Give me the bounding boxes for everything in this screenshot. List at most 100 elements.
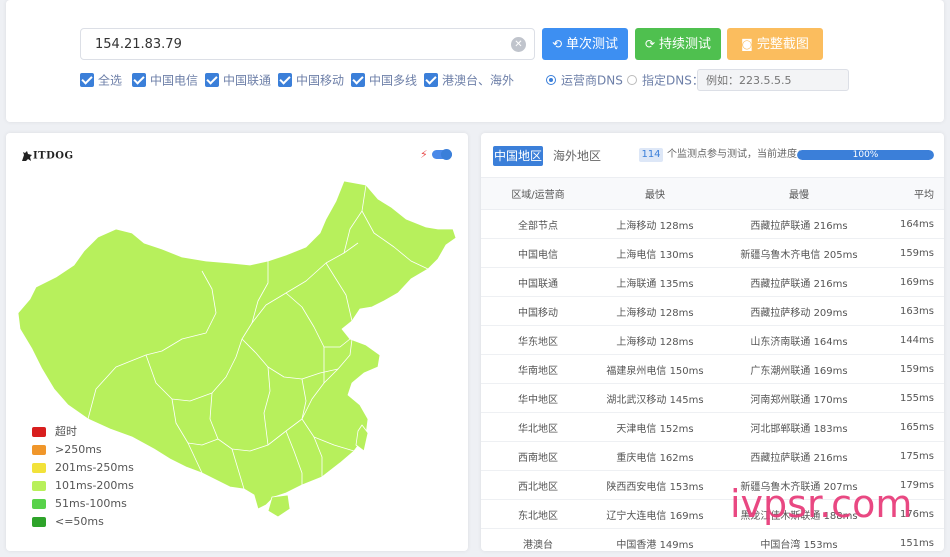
table-row: 西南地区 重庆电信 162ms 西藏拉萨联通 216ms 175ms	[481, 441, 944, 471]
custom-dns-input[interactable]	[697, 69, 849, 91]
tab-overseas-region[interactable]: 海外地区	[553, 146, 601, 166]
cell-region: 中国移动	[481, 296, 595, 326]
table-row: 中国移动 上海移动 128ms 西藏拉萨移动 209ms 163ms	[481, 296, 944, 326]
checkbox-select-all[interactable]: 全选	[80, 71, 122, 89]
cell-region: 华北地区	[481, 412, 595, 442]
cell-region: 西南地区	[481, 441, 595, 471]
full-screenshot-button[interactable]: ◙ 完整截图	[727, 28, 823, 60]
latency-map-panel: ITDOG ⚡ 超时 >250ms 201ms-250ms 101ms-200m…	[6, 133, 468, 551]
node-count-text: 个监测点参与测试，当前进度：	[667, 149, 807, 160]
legend-swatch	[32, 445, 46, 455]
cell-fastest: 上海移动 128ms	[595, 325, 715, 355]
clear-icon[interactable]: ✕	[511, 37, 526, 52]
cell-fastest: 辽宁大连电信 169ms	[595, 499, 715, 529]
legend-swatch	[32, 481, 46, 491]
cell-fastest: 陕西西安电信 153ms	[595, 470, 715, 500]
cell-fastest: 上海移动 128ms	[595, 209, 715, 239]
checkbox-china-mobile[interactable]: 中国移动	[278, 71, 344, 89]
cell-fastest: 上海联通 135ms	[595, 267, 715, 297]
legend-swatch	[32, 463, 46, 473]
legend-swatch	[32, 517, 46, 527]
cell-average: 159ms	[883, 238, 944, 268]
cell-fastest: 上海电信 130ms	[595, 238, 715, 268]
progress-label: 100%	[852, 150, 879, 160]
legend-item: <=50ms	[32, 516, 104, 528]
cell-average: 175ms	[883, 441, 944, 471]
checkbox-checked-icon	[351, 72, 365, 87]
checkbox-checked-icon	[278, 72, 292, 87]
cell-fastest: 福建泉州电信 150ms	[595, 354, 715, 384]
cell-region: 华南地区	[481, 354, 595, 384]
cell-fastest: 天津电信 152ms	[595, 412, 715, 442]
table-row: 华中地区 湖北武汉移动 145ms 河南郑州联通 170ms 155ms	[481, 383, 944, 413]
cell-fastest: 重庆电信 162ms	[595, 441, 715, 471]
cell-fastest: 中国香港 149ms	[595, 528, 715, 551]
legend-item: 51ms-100ms	[32, 498, 127, 510]
cell-slowest: 新疆乌鲁木齐电信 205ms	[715, 238, 883, 268]
checkbox-checked-icon	[132, 72, 146, 87]
cell-region: 港澳台	[481, 528, 595, 551]
header-region: 区域/运营商	[481, 177, 595, 210]
table-row: 中国电信 上海电信 130ms 新疆乌鲁木齐电信 205ms 159ms	[481, 238, 944, 268]
table-row: 华北地区 天津电信 152ms 河北邯郸联通 183ms 165ms	[481, 412, 944, 442]
cell-slowest: 西藏拉萨联通 216ms	[715, 267, 883, 297]
continuous-test-label: 持续测试	[659, 37, 712, 52]
checkbox-china-unicom[interactable]: 中国联通	[205, 71, 271, 89]
checkbox-china-telecom[interactable]: 中国电信	[132, 71, 198, 89]
test-control-panel: ✕ ⟲单次测试 ⟳持续测试 ◙完整截图 全选 中国电信 中国联通 中国移动 中国…	[6, 0, 944, 122]
cell-slowest: 广东潮州联通 169ms	[715, 354, 883, 384]
table-row: 华东地区 上海移动 128ms 山东济南联通 164ms 144ms	[481, 325, 944, 355]
continuous-test-button[interactable]: ⟳ 持续测试	[635, 28, 721, 60]
cell-region: 全部节点	[481, 209, 595, 239]
legend-swatch	[32, 427, 46, 437]
checkbox-hk-mo-tw-overseas[interactable]: 港澳台、海外	[424, 71, 514, 89]
radio-empty-icon	[627, 74, 637, 85]
china-map-hainan	[267, 494, 291, 518]
cell-average: 163ms	[883, 296, 944, 326]
radio-custom-dns[interactable]: 指定DNS：	[627, 72, 704, 88]
radio-selected-icon	[546, 74, 556, 85]
tab-china-region[interactable]: 中国地区	[493, 146, 543, 166]
cell-average: 144ms	[883, 325, 944, 355]
cell-slowest: 西藏拉萨移动 209ms	[715, 296, 883, 326]
header-slowest: 最慢	[715, 177, 883, 210]
cell-average: 165ms	[883, 412, 944, 442]
legend-item: 201ms-250ms	[32, 462, 134, 474]
cell-fastest: 上海移动 128ms	[595, 296, 715, 326]
cell-region: 华中地区	[481, 383, 595, 413]
china-map-region	[17, 180, 457, 510]
checkbox-checked-icon	[80, 72, 94, 87]
loop-icon: ⟳	[644, 37, 656, 51]
node-count-badge: 114	[639, 148, 663, 162]
cell-region: 中国联通	[481, 267, 595, 297]
ip-input[interactable]	[80, 28, 535, 60]
cell-average: 164ms	[883, 209, 944, 239]
cell-average: 159ms	[883, 354, 944, 384]
cell-slowest: 西藏拉萨联通 216ms	[715, 209, 883, 239]
full-screenshot-label: 完整截图	[756, 37, 809, 52]
cell-slowest: 河南郑州联通 170ms	[715, 383, 883, 413]
checkbox-china-multiline[interactable]: 中国多线	[351, 71, 417, 89]
checkbox-checked-icon	[205, 72, 219, 87]
table-row: 港澳台 中国香港 149ms 中国台湾 153ms 151ms	[481, 528, 944, 551]
table-row: 全部节点 上海移动 128ms 西藏拉萨联通 216ms 164ms	[481, 209, 944, 239]
cell-region: 华东地区	[481, 325, 595, 355]
table-row: 华南地区 福建泉州电信 150ms 广东潮州联通 169ms 159ms	[481, 354, 944, 384]
cell-region: 东北地区	[481, 499, 595, 529]
cell-average: 155ms	[883, 383, 944, 413]
radio-isp-dns[interactable]: 运营商DNS	[546, 72, 623, 88]
header-average: 平均	[883, 177, 944, 210]
header-fastest: 最快	[595, 177, 715, 210]
checkbox-checked-icon	[424, 72, 438, 87]
cell-region: 中国电信	[481, 238, 595, 268]
legend-item: 超时	[32, 426, 77, 438]
cell-average: 169ms	[883, 267, 944, 297]
legend-item: 101ms-200ms	[32, 480, 134, 492]
legend-item: >250ms	[32, 444, 102, 456]
cell-average: 151ms	[883, 528, 944, 551]
cell-slowest: 中国台湾 153ms	[715, 528, 883, 551]
test-progress-bar: 100%	[797, 150, 934, 160]
camera-icon: ◙	[741, 37, 753, 51]
single-test-button[interactable]: ⟲ 单次测试	[542, 28, 628, 60]
cell-slowest: 山东济南联通 164ms	[715, 325, 883, 355]
